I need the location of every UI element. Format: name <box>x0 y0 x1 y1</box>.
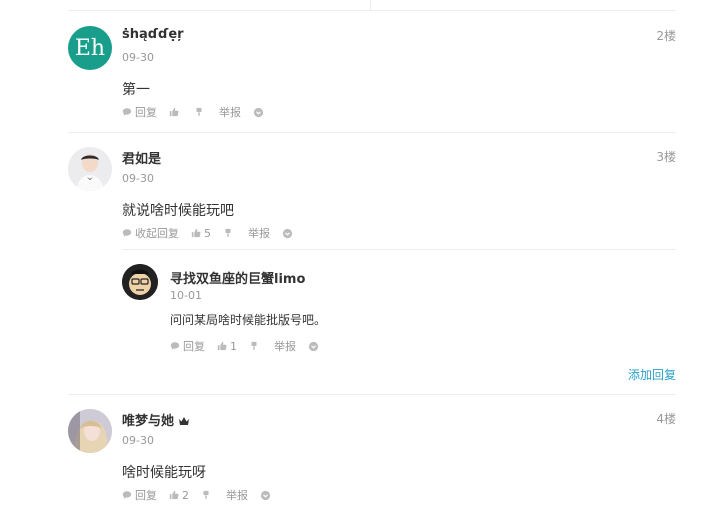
reply-actions: 回复 1 举报 <box>170 338 334 354</box>
comment-bubble-icon <box>122 490 132 500</box>
post-date: 09-30 <box>122 172 154 185</box>
chevron-down-circle-icon <box>282 228 293 239</box>
dislike-button[interactable] <box>223 228 236 238</box>
comment-item: 唯梦与她 09-30 4楼 啥时候能玩呀 回复 2 举报 <box>68 405 676 510</box>
more-options-button[interactable] <box>282 228 296 239</box>
thumbs-down-icon <box>194 107 204 117</box>
reply-button[interactable]: 回复 <box>122 487 157 503</box>
add-reply-link[interactable]: 添加回复 <box>628 366 676 383</box>
reply-avatar[interactable] <box>122 264 158 300</box>
thumbs-up-icon <box>217 341 227 351</box>
reply-date: 10-01 <box>170 289 202 302</box>
divider <box>68 394 676 395</box>
reply-text: 问问某局啥时候能批版号吧。 <box>170 313 327 327</box>
more-options-button[interactable] <box>308 341 322 352</box>
more-options-button[interactable] <box>253 107 267 118</box>
divider <box>68 10 676 11</box>
username[interactable]: 唯梦与她 <box>122 410 190 429</box>
reply-button[interactable]: 回复 <box>170 338 205 354</box>
divider <box>68 132 676 133</box>
like-button[interactable]: 1 <box>217 340 237 353</box>
comment-bubble-icon <box>122 228 132 238</box>
crown-icon <box>179 417 190 425</box>
chevron-down-circle-icon <box>308 341 319 352</box>
comment-actions: 回复 2 举报 <box>122 487 286 503</box>
thumbs-down-icon <box>223 228 233 238</box>
floor-number: 2楼 <box>656 29 676 43</box>
comment-actions: 回复 举报 <box>122 104 279 120</box>
floor-number: 3楼 <box>656 150 676 164</box>
comment-text: 就说啥时候能玩吧 <box>122 203 234 219</box>
more-options-button[interactable] <box>260 490 274 501</box>
dislike-button[interactable] <box>194 107 207 117</box>
user-photo-icon <box>68 409 112 453</box>
floor-number: 4楼 <box>656 412 676 426</box>
thumbs-down-icon <box>201 490 211 500</box>
reply-username[interactable]: 寻找双鱼座的巨蟹limo <box>170 268 305 287</box>
avatar[interactable] <box>68 147 112 191</box>
report-button[interactable]: 举报 <box>248 225 270 241</box>
thumbs-up-icon <box>169 107 179 117</box>
chevron-down-circle-icon <box>253 107 264 118</box>
comment-list: Eh ṡhąɗɗẹŗ 09-30 2楼 第一 回复 举报 君如是 09-30 3… <box>68 0 676 510</box>
cartoon-face-icon <box>122 264 158 300</box>
report-button[interactable]: 举报 <box>219 104 241 120</box>
report-button[interactable]: 举报 <box>226 487 248 503</box>
comment-actions: 收起回复 5 举报 <box>122 225 308 241</box>
comment-text: 啥时候能玩呀 <box>122 465 206 481</box>
collapse-replies-button[interactable]: 收起回复 <box>122 225 179 241</box>
comment-text: 第一 <box>122 82 150 98</box>
username[interactable]: 君如是 <box>122 148 161 167</box>
user-photo-icon <box>68 147 112 191</box>
avatar[interactable] <box>68 409 112 453</box>
post-date: 09-30 <box>122 434 154 447</box>
dislike-button[interactable] <box>201 490 214 500</box>
comment-item: Eh ṡhąɗɗẹŗ 09-30 2楼 第一 回复 举报 <box>68 22 676 132</box>
dislike-button[interactable] <box>249 341 262 351</box>
like-button[interactable]: 2 <box>169 489 189 502</box>
comment-bubble-icon <box>170 341 180 351</box>
like-button[interactable] <box>169 107 182 117</box>
report-button[interactable]: 举报 <box>274 338 296 354</box>
like-button[interactable]: 5 <box>191 227 211 240</box>
thumbs-down-icon <box>249 341 259 351</box>
post-date: 09-30 <box>122 51 154 64</box>
username[interactable]: ṡhąɗɗẹŗ <box>122 27 184 42</box>
divider <box>370 0 371 10</box>
divider <box>122 249 676 250</box>
reply-thread: 寻找双鱼座的巨蟹limo 10-01 问问某局啥时候能批版号吧。 回复 1 举报 <box>122 249 676 369</box>
comment-bubble-icon <box>122 107 132 117</box>
thumbs-up-icon <box>191 228 201 238</box>
reply-button[interactable]: 回复 <box>122 104 157 120</box>
avatar[interactable]: Eh <box>68 26 112 70</box>
comment-item: 君如是 09-30 3楼 就说啥时候能玩吧 收起回复 5 举报 寻找双鱼座的巨蟹… <box>68 143 676 393</box>
chevron-down-circle-icon <box>260 490 271 501</box>
thumbs-up-icon <box>169 490 179 500</box>
